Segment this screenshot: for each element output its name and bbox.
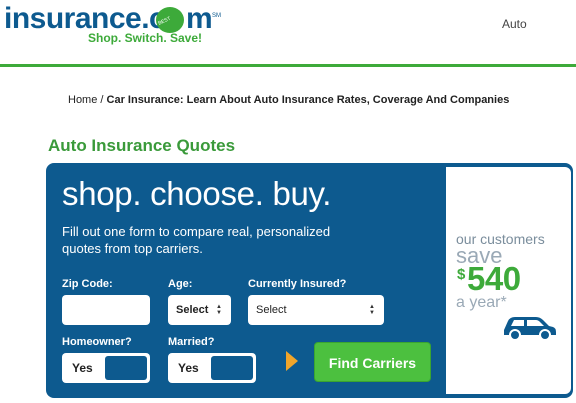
logo-trademark: SM <box>212 13 221 19</box>
promo-amount: 540 <box>467 260 521 297</box>
play-arrow-icon <box>286 351 298 371</box>
homeowner-toggle-value: Yes <box>72 361 93 375</box>
breadcrumb-separator: / <box>97 94 107 106</box>
homeowner-toggle[interactable]: Yes <box>62 353 150 383</box>
insured-select-value: Select <box>256 304 287 316</box>
breadcrumb: Home / Car Insurance: Learn About Auto I… <box>68 94 509 106</box>
zip-input[interactable] <box>62 295 150 325</box>
breadcrumb-current: Car Insurance: Learn About Auto Insuranc… <box>106 94 510 106</box>
married-toggle[interactable]: Yes <box>168 353 256 383</box>
age-label: Age: <box>168 278 193 290</box>
zip-label: Zip Code: <box>62 278 113 290</box>
widget-subtext: Fill out one form to compare real, perso… <box>62 224 331 256</box>
currently-insured-select[interactable]: Select ▲ ▼ <box>248 295 384 325</box>
insured-label: Currently Insured? <box>248 278 347 290</box>
promo-dollar-sign: $ <box>457 266 466 283</box>
toggle-knob <box>211 356 253 380</box>
homeowner-label: Homeowner? <box>62 336 132 348</box>
select-arrows-icon: ▲ ▼ <box>369 304 375 316</box>
nav-item-auto[interactable]: Auto <box>502 17 527 31</box>
breadcrumb-home[interactable]: Home <box>68 94 97 106</box>
header-divider <box>0 64 576 67</box>
logo-o-badge: BEST RATES <box>156 7 184 51</box>
toggle-knob <box>105 356 147 380</box>
tagline: Shop. Switch. Save! <box>88 31 203 45</box>
car-icon <box>504 317 556 341</box>
age-select-value: Select <box>176 304 209 316</box>
widget-headline: shop. choose. buy. <box>62 175 332 212</box>
find-carriers-button[interactable]: Find Carriers <box>314 342 431 382</box>
age-select[interactable]: Select ▲ ▼ <box>168 295 231 325</box>
page-title: Auto Insurance Quotes <box>48 136 236 155</box>
select-arrows-icon: ▲ ▼ <box>216 304 222 316</box>
married-toggle-value: Yes <box>178 361 199 375</box>
married-label: Married? <box>168 336 215 348</box>
